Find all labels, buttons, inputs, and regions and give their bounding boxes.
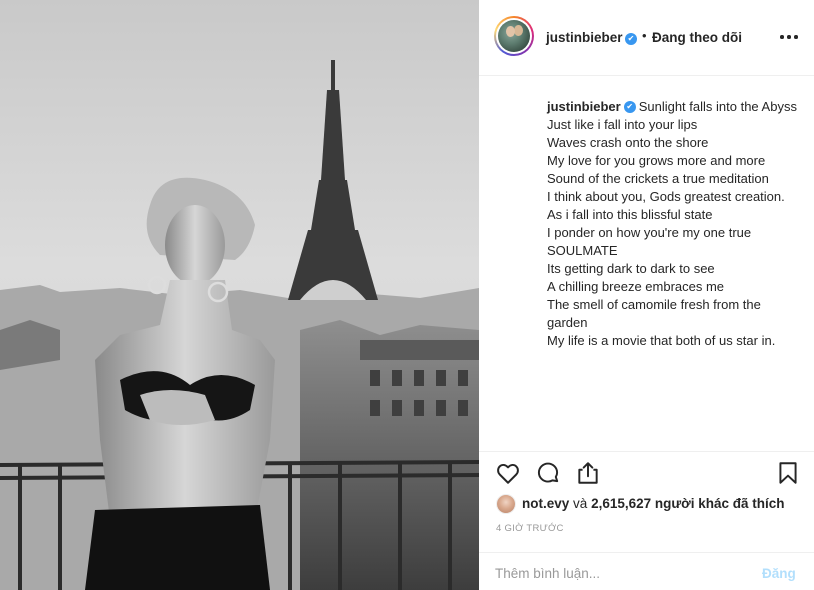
share-icon[interactable] [575,460,601,486]
caption-first-line: justinbieber ✔ Sunlight falls into the Aby… [547,98,797,116]
header-username[interactable]: justinbieber [546,30,623,45]
more-dot [787,35,791,39]
caption-line: Just like i fall into your lips [547,117,698,132]
bookmark-icon-svg [779,462,797,484]
caption-line: Waves crash onto the shore [547,135,709,150]
liker-avatar[interactable] [496,494,516,514]
caption-line: As i fall into this blissful state [547,207,713,222]
post-header: justinbieber ✔ • Đang theo dõi [479,0,814,76]
caption-line: A chilling breeze embraces me [547,279,725,294]
action-bar [479,451,814,491]
comment-icon-svg [537,462,559,483]
caption-username[interactable]: justinbieber [547,99,621,114]
caption-line: The smell of camomile fresh from the gar… [547,297,761,330]
following-button[interactable]: Đang theo dõi [652,30,742,45]
verified-badge-icon: ✔ [625,33,637,45]
caption-line: Sound of the crickets a true meditation [547,171,769,186]
caption-line: I ponder on how you're my one true SOULM… [547,225,752,258]
caption-line: My love for you grows more and more [547,153,766,168]
likes-count[interactable]: 2,615,627 [591,496,651,511]
heart-icon-svg [497,463,519,484]
post-photo[interactable] [0,0,479,590]
story-ring[interactable] [494,16,534,56]
post-comment-button[interactable]: Đăng [762,566,796,581]
more-dot [794,35,798,39]
comment-icon[interactable] [535,460,561,486]
caption-line: Its getting dark to dark to see [547,261,715,276]
avatar[interactable] [496,18,532,54]
caption-line: Sunlight falls into the Abyss [638,99,797,114]
caption-line: My life is a movie that both of us star … [547,333,776,348]
header-separator: • [642,28,647,43]
avatar-image [498,20,530,52]
likes-connector: và [573,496,588,511]
comment-bar: Đăng [479,552,814,590]
bookmark-icon[interactable] [775,460,801,486]
post-photo-illustration [0,0,479,590]
instagram-post: justinbieber ✔ • Đang theo dõi justinbie… [0,0,814,590]
caption-line: I think about you, Gods greatest creatio… [547,189,785,204]
caption: justinbieber ✔ Sunlight falls into the Aby… [547,98,797,350]
more-dot [780,35,784,39]
heart-icon[interactable] [495,460,521,486]
verified-badge-icon: ✔ [623,100,636,113]
caption-area: justinbieber ✔ Sunlight falls into the Aby… [479,77,814,450]
post-side-panel: justinbieber ✔ • Đang theo dõi justinbie… [479,0,814,590]
share-icon-svg [578,462,598,484]
comment-input[interactable] [495,563,745,583]
more-horizontal-icon[interactable] [779,32,799,42]
liker-username[interactable]: not.evy [522,496,569,511]
post-timestamp[interactable]: 4 GIỜ TRƯỚC [496,523,564,534]
likes-suffix[interactable]: người khác đã thích [655,496,785,511]
likes-text: not.evy và 2,615,627 người khác đã thích [522,496,785,511]
